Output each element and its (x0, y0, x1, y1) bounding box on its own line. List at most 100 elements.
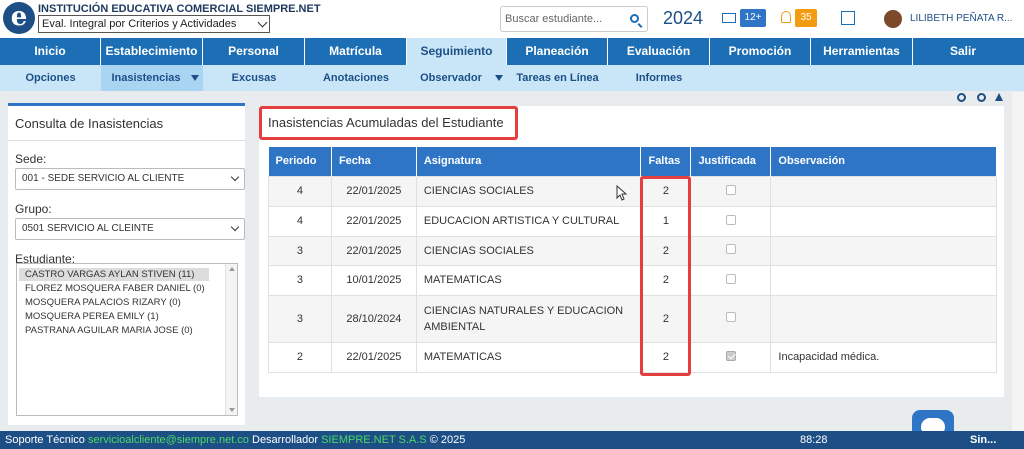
grupo-select[interactable]: 0501 SERVICIO AL CLEINTE (15, 218, 245, 240)
scroll-up-icon[interactable] (229, 267, 235, 271)
cell-justificada (690, 175, 772, 207)
nav-item-planeacion[interactable]: Planeación (507, 38, 608, 65)
subnav-item-observador[interactable]: Observador (407, 65, 507, 91)
sede-value: 001 - SEDE SERVICIO AL CLIENTE (22, 173, 185, 184)
nav-item-establecimiento[interactable]: Establecimiento (101, 38, 203, 65)
subnav-item-informes[interactable]: Informes (608, 65, 710, 91)
list-item[interactable]: MOSQUERA PALACIOS RIZARY (0) (19, 296, 181, 309)
justificada-checkbox (725, 214, 736, 225)
cell-periodo: 3 (268, 264, 332, 296)
chevron-down-icon[interactable] (495, 75, 503, 81)
cell-observacion (770, 205, 997, 237)
absences-title: Inasistencias Acumuladas del Estudiante (268, 115, 504, 130)
bell-icon[interactable] (781, 11, 791, 23)
search-icon[interactable] (630, 14, 639, 23)
cell-asignatura: CIENCIAS SOCIALES (415, 175, 642, 207)
cell-justificada (690, 294, 772, 343)
cell-asignatura: EDUCACION ARTISTICA Y CULTURAL (415, 205, 642, 237)
cell-observacion (770, 264, 997, 296)
justificada-checkbox (725, 312, 736, 322)
sede-select[interactable]: 001 - SEDE SERVICIO AL CLIENTE (15, 168, 245, 190)
subnav-item-excusas[interactable]: Excusas (203, 65, 305, 91)
institution-logo[interactable]: e (3, 2, 35, 34)
nav-item-seguimiento[interactable]: Seguimiento (407, 38, 507, 65)
list-item[interactable]: MOSQUERA PEREA EMILY (1) (19, 310, 159, 323)
divider (8, 140, 245, 141)
cell-justificada (690, 264, 772, 296)
support-label: Soporte Técnico (5, 434, 85, 446)
chevron-down-icon (257, 17, 268, 28)
cell-justificada (690, 235, 772, 266)
copyright: © 2025 (429, 434, 466, 446)
col-justificada[interactable]: Justificada (690, 147, 772, 176)
justificada-checkbox (725, 244, 736, 254)
sub-nav: Opciones Inasistencias Excusas Anotacion… (0, 65, 1024, 91)
nav-item-herramientas[interactable]: Herramientas (811, 38, 913, 65)
subnav-item-anotaciones[interactable]: Anotaciones (305, 65, 407, 91)
eval-mode-select[interactable]: Eval. Integral por Criterios y Actividad… (38, 15, 270, 33)
student-list[interactable]: CASTRO VARGAS AYLAN STIVEN (11) FLOREZ M… (16, 263, 238, 416)
mail-icon[interactable] (722, 13, 736, 23)
col-asignatura[interactable]: Asignatura (416, 147, 642, 176)
table-header-row: Periodo Fecha Asignatura Faltas Justific… (268, 147, 997, 176)
list-item[interactable]: FLOREZ MOSQUERA FABER DANIEL (0) (19, 282, 205, 295)
cell-fecha: 28/10/2024 (330, 294, 417, 343)
faltas-highlight-box (640, 176, 691, 376)
cell-justificada (690, 205, 772, 237)
subnav-item-label: Inasistencias (111, 72, 181, 84)
footer-brand: Sin... (970, 434, 997, 446)
col-faltas[interactable]: Faltas (640, 147, 692, 176)
user-name[interactable]: LILIBETH PEÑATA R... (910, 13, 1012, 24)
scroll-down-icon[interactable] (229, 408, 235, 412)
subnav-item-inasistencias[interactable]: Inasistencias (101, 65, 203, 91)
student-search-input[interactable]: Buscar estudiante... (500, 6, 648, 32)
institution-name: INSTITUCIÓN EDUCATIVA COMERCIAL SIEMPRE.… (38, 3, 321, 15)
back-icon[interactable] (977, 93, 986, 102)
cell-asignatura: MATEMATICAS (415, 264, 642, 296)
subnav-item-opciones[interactable]: Opciones (0, 65, 101, 91)
nav-item-personal[interactable]: Personal (203, 38, 305, 65)
list-item[interactable]: CASTRO VARGAS AYLAN STIVEN (11) (19, 268, 209, 281)
sede-label: Sede: (15, 152, 47, 166)
nav-item-matricula[interactable]: Matrícula (305, 38, 407, 65)
chevron-down-icon (230, 172, 240, 182)
footer-credits: Soporte Técnico servicioalcliente@siempr… (5, 431, 465, 449)
col-fecha[interactable]: Fecha (331, 147, 417, 176)
nav-item-promocion[interactable]: Promoción (710, 38, 811, 65)
nav-item-evaluacion[interactable]: Evaluación (608, 38, 710, 65)
cell-observacion (770, 235, 997, 266)
avatar[interactable] (884, 10, 902, 28)
session-timer: 88:28 (800, 434, 828, 446)
table-row: 3 10/01/2025 MATEMATICAS 2 (268, 264, 997, 296)
notifications-badge[interactable]: 35 (795, 9, 817, 27)
cell-fecha: 22/01/2025 (330, 341, 417, 373)
subnav-item-tareas[interactable]: Tareas en Línea (507, 65, 608, 91)
school-year[interactable]: 2024 (663, 8, 703, 29)
refresh-icon[interactable] (957, 93, 966, 102)
nav-item-inicio[interactable]: Inicio (0, 38, 101, 65)
chevron-down-icon (230, 222, 240, 232)
mouse-cursor-icon (616, 185, 628, 201)
app-header: e INSTITUCIÓN EDUCATIVA COMERCIAL SIEMPR… (0, 0, 1024, 38)
cell-periodo: 4 (268, 205, 332, 237)
col-observacion[interactable]: Observación (770, 147, 997, 176)
page-scrollbar[interactable] (1012, 92, 1024, 431)
cell-fecha: 22/01/2025 (330, 205, 417, 237)
absences-table: Periodo Fecha Asignatura Faltas Justific… (268, 147, 997, 373)
nav-item-salir[interactable]: Salir (913, 38, 1013, 65)
cell-asignatura: CIENCIAS NATURALES Y EDUCACION AMBIENTAL (415, 294, 642, 343)
developer-link[interactable]: SIEMPRE.NET S.A.S (321, 434, 427, 446)
support-email-link[interactable]: servicioalcliente@siempre.net.co (88, 434, 249, 446)
messages-badge[interactable]: 12+ (740, 9, 766, 27)
arrow-up-icon[interactable] (995, 93, 1003, 101)
list-scrollbar[interactable] (225, 264, 237, 415)
cell-observacion (770, 294, 997, 343)
justificada-checkbox (725, 350, 736, 361)
chevron-down-icon[interactable] (191, 75, 199, 81)
list-item[interactable]: PASTRANA AGUILAR MARIA JOSE (0) (19, 324, 193, 337)
col-periodo[interactable]: Periodo (268, 147, 332, 176)
panel-title: Consulta de Inasistencias (15, 116, 164, 131)
eval-mode-value: Eval. Integral por Criterios y Actividad… (42, 18, 237, 30)
developer-label: Desarrollador (252, 434, 319, 446)
cube-icon[interactable] (841, 11, 855, 25)
